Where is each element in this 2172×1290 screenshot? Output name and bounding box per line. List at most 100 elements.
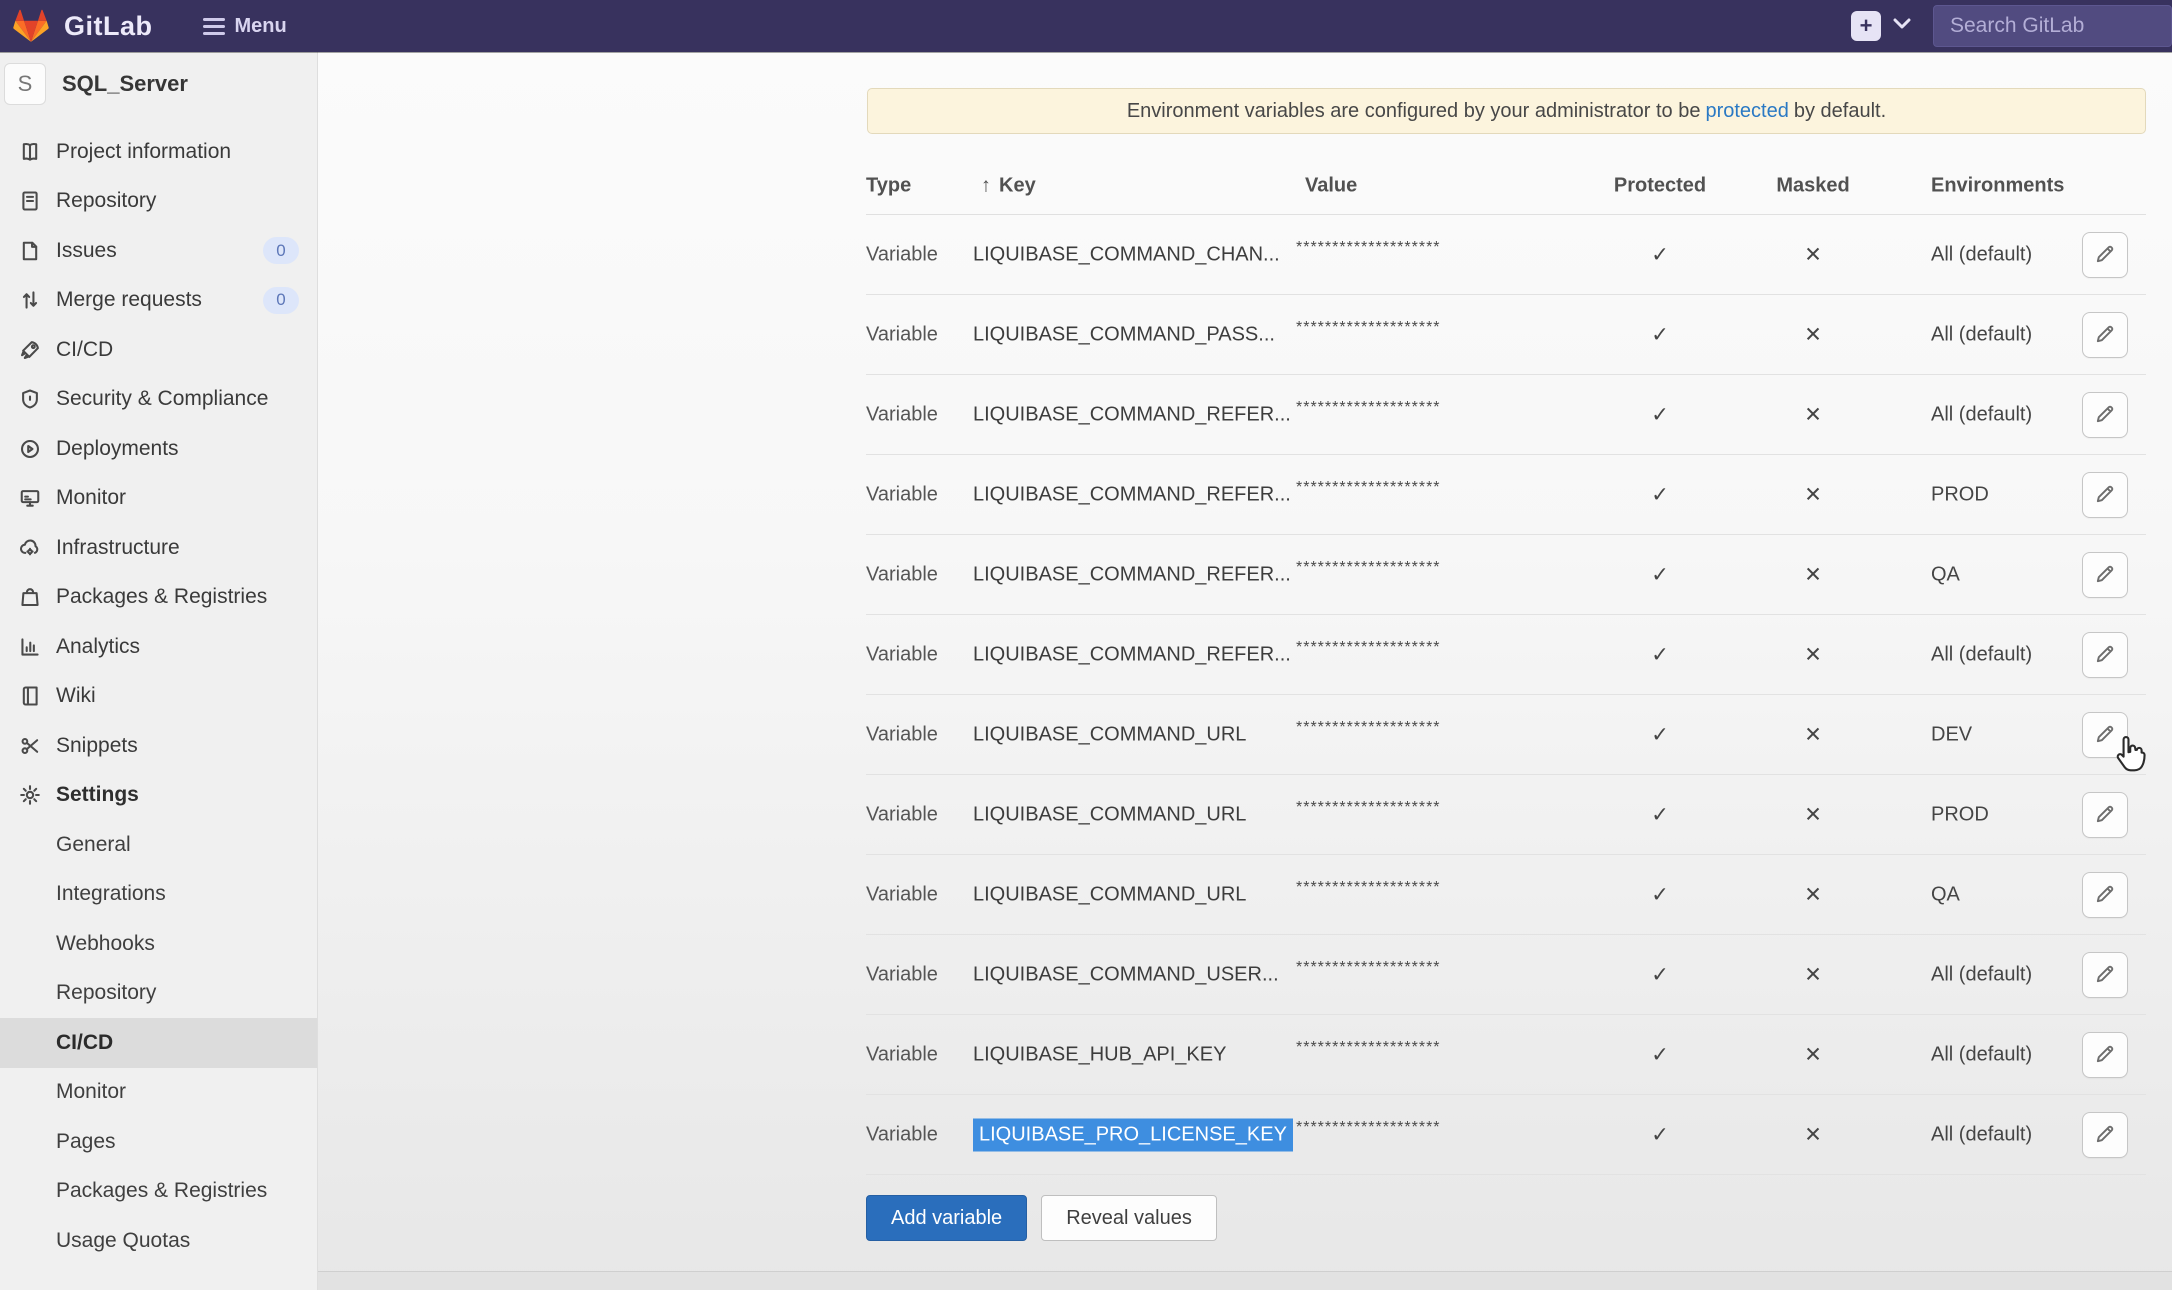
sidebar-item-snippets[interactable]: Snippets — [0, 721, 317, 771]
protected-check-icon: ✓ — [1600, 882, 1720, 907]
package-icon — [18, 586, 42, 608]
merge-requests-icon — [18, 289, 42, 311]
column-header-key[interactable]: ↑ Key — [981, 175, 1036, 198]
protected-link[interactable]: protected — [1705, 100, 1788, 123]
variable-environment: DEV — [1931, 723, 1972, 746]
variable-environment: QA — [1931, 563, 1960, 586]
sidebar-subitem-general[interactable]: General — [0, 820, 317, 870]
sidebar-item-security-compliance[interactable]: Security & Compliance — [0, 375, 317, 425]
edit-variable-button[interactable] — [2082, 472, 2128, 518]
sidebar-item-merge-requests[interactable]: Merge requests0 — [0, 276, 317, 326]
protected-check-icon: ✓ — [1600, 722, 1720, 747]
variable-row: VariableLIQUIBASE_HUB_API_KEY***********… — [866, 1015, 2146, 1095]
topbar-left: GitLab Menu — [0, 7, 287, 45]
sidebar-item-deployments[interactable]: Deployments — [0, 424, 317, 474]
sidebar-item-label: Infrastructure — [56, 536, 180, 560]
sidebar-subitem-packages-registries[interactable]: Packages & Registries — [0, 1167, 317, 1217]
pencil-icon — [2094, 1043, 2116, 1068]
sidebar-item-packages-registries[interactable]: Packages & Registries — [0, 573, 317, 623]
variable-type: Variable — [866, 403, 938, 426]
protected-check-icon: ✓ — [1600, 642, 1720, 667]
sidebar-subitem-monitor[interactable]: Monitor — [0, 1068, 317, 1118]
sidebar-subitem-repository[interactable]: Repository — [0, 969, 317, 1019]
sidebar-item-project-information[interactable]: Project information — [0, 127, 317, 177]
pencil-icon — [2094, 563, 2116, 588]
sidebar-subitem-pages[interactable]: Pages — [0, 1117, 317, 1167]
edit-variable-button[interactable] — [2082, 1112, 2128, 1158]
sidebar-item-ci-cd[interactable]: CI/CD — [0, 325, 317, 375]
sidebar-subitem-integrations[interactable]: Integrations — [0, 870, 317, 920]
sidebar-item-infrastructure[interactable]: Infrastructure — [0, 523, 317, 573]
sidebar-item-repository[interactable]: Repository — [0, 177, 317, 227]
protected-check-icon: ✓ — [1600, 242, 1720, 267]
search-input[interactable] — [1933, 5, 2172, 47]
masked-cross-icon: ✕ — [1755, 1122, 1871, 1147]
variable-environment: PROD — [1931, 483, 1989, 506]
sort-ascending-icon: ↑ — [981, 175, 991, 198]
variable-key-selected: LIQUIBASE_PRO_LICENSE_KEY — [973, 1118, 1293, 1151]
add-variable-button[interactable]: Add variable — [866, 1195, 1027, 1241]
sidebar-item-issues[interactable]: Issues0 — [0, 226, 317, 276]
variable-environment: All (default) — [1931, 643, 2032, 666]
sidebar-subitem-ci-cd-active[interactable]: CI/CD — [0, 1018, 317, 1068]
column-header-masked: Masked — [1755, 175, 1871, 198]
gitlab-wordmark[interactable]: GitLab — [64, 11, 153, 42]
masked-cross-icon: ✕ — [1755, 1042, 1871, 1067]
variable-masked-value: ******************** — [1296, 559, 1441, 577]
variable-environment: All (default) — [1931, 243, 2032, 266]
edit-variable-button[interactable] — [2082, 232, 2128, 278]
snippets-icon — [18, 735, 42, 757]
variable-row: VariableLIQUIBASE_COMMAND_URL***********… — [866, 855, 2146, 935]
variable-environment: All (default) — [1931, 963, 2032, 986]
sidebar-item-label: Analytics — [56, 635, 140, 659]
variable-key: LIQUIBASE_COMMAND_REFER... — [973, 483, 1291, 506]
menu-button[interactable]: Menu — [203, 15, 287, 38]
variable-masked-value: ******************** — [1296, 479, 1441, 497]
edit-variable-button[interactable] — [2082, 792, 2128, 838]
new-item-button[interactable]: + — [1851, 11, 1881, 41]
variable-masked-value: ******************** — [1296, 799, 1441, 817]
menu-label: Menu — [235, 15, 287, 38]
search-box — [1933, 5, 2172, 47]
sidebar-item-settings[interactable]: Settings — [0, 771, 317, 821]
sidebar-item-analytics[interactable]: Analytics — [0, 622, 317, 672]
sidebar-item-label: Repository — [56, 189, 156, 213]
sidebar: S SQL_Server Project information Reposito… — [0, 52, 318, 1290]
reveal-values-button[interactable]: Reveal values — [1041, 1195, 1217, 1241]
masked-cross-icon: ✕ — [1755, 642, 1871, 667]
edit-variable-button[interactable] — [2082, 1032, 2128, 1078]
edit-variable-button[interactable] — [2082, 312, 2128, 358]
pencil-icon — [2094, 803, 2116, 828]
edit-variable-button[interactable] — [2082, 872, 2128, 918]
sidebar-item-monitor[interactable]: Monitor — [0, 474, 317, 524]
project-header[interactable]: S SQL_Server — [0, 52, 317, 116]
variable-row: VariableLIQUIBASE_COMMAND_REFER...******… — [866, 535, 2146, 615]
variable-masked-value: ******************** — [1296, 639, 1441, 657]
gitlab-cicd-variables-page: GitLab Menu + S SQL_Server Project infor… — [0, 0, 2172, 1290]
masked-cross-icon: ✕ — [1755, 962, 1871, 987]
edit-variable-button[interactable] — [2082, 952, 2128, 998]
variable-type: Variable — [866, 563, 938, 586]
edit-variable-button[interactable] — [2082, 712, 2128, 758]
variable-masked-value: ******************** — [1296, 239, 1441, 257]
variable-type: Variable — [866, 803, 938, 826]
chart-icon — [18, 636, 42, 658]
sidebar-subitem-usage-quotas[interactable]: Usage Quotas — [0, 1216, 317, 1266]
sidebar-subitem-webhooks[interactable]: Webhooks — [0, 919, 317, 969]
issues-icon — [18, 240, 42, 262]
protected-check-icon: ✓ — [1600, 962, 1720, 987]
variable-type: Variable — [866, 1043, 938, 1066]
variable-type: Variable — [866, 243, 938, 266]
column-header-protected: Protected — [1600, 175, 1720, 198]
count-badge: 0 — [263, 287, 299, 314]
masked-cross-icon: ✕ — [1755, 322, 1871, 347]
chevron-down-icon[interactable] — [1893, 17, 1911, 35]
gear-icon — [18, 784, 42, 806]
sidebar-item-wiki[interactable]: Wiki — [0, 672, 317, 722]
edit-variable-button[interactable] — [2082, 632, 2128, 678]
edit-variable-button[interactable] — [2082, 552, 2128, 598]
gitlab-tanuki-logo-icon[interactable] — [12, 7, 50, 45]
edit-variable-button[interactable] — [2082, 392, 2128, 438]
protected-check-icon: ✓ — [1600, 322, 1720, 347]
variable-masked-value: ******************** — [1296, 719, 1441, 737]
